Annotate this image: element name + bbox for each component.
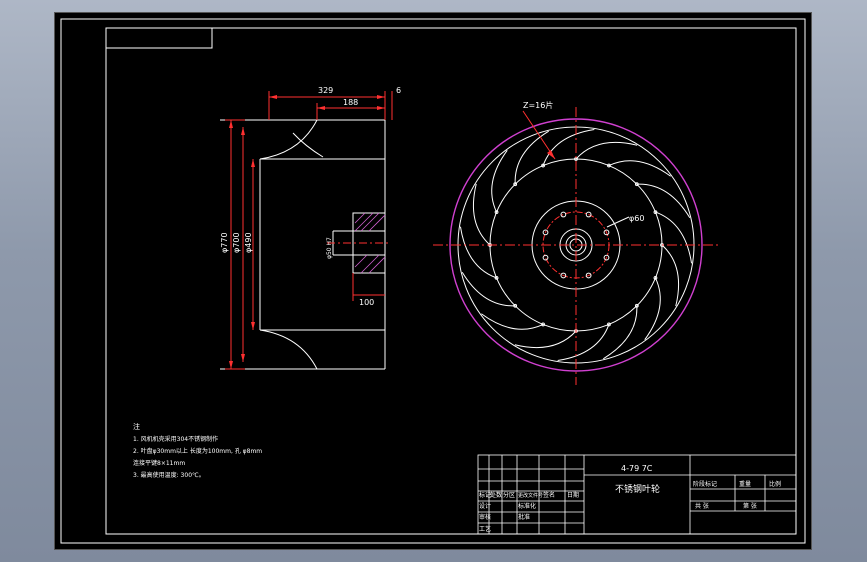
bolt-circle-label: φ60 [629, 214, 644, 223]
dim-6-label: 6 [396, 86, 401, 95]
blade [661, 244, 680, 307]
tb-row-check: 审核 [479, 513, 491, 521]
tb-col-docno: 更改文件号 [518, 492, 543, 499]
blade [514, 130, 549, 185]
tb-row-design: 设计 [479, 502, 491, 510]
blade [514, 330, 577, 349]
blade [603, 305, 638, 360]
tb-col-count: 处数 [490, 491, 502, 499]
blade [461, 272, 516, 307]
notes-line-3: 连接平键8×11mm [133, 459, 185, 467]
dim-188-label: 188 [343, 98, 358, 107]
hub-bore-label: φ50 H7 [326, 237, 333, 259]
tb-col-date: 日期 [567, 491, 579, 499]
front-view: Z=16片 φ60 [433, 100, 719, 385]
code-box [105, 27, 213, 49]
tb-approve: 批准 [518, 513, 530, 521]
blade-count-label: Z=16片 [523, 100, 553, 110]
tb-model: 4-79 7C [621, 464, 653, 473]
tb-sheets: 共 张 [695, 502, 709, 510]
bolt-leader [606, 216, 630, 228]
tb-scale-label: 比例 [769, 480, 781, 488]
blade [636, 183, 691, 218]
side-section-view: 329 188 6 100 φ770 φ700 φ490 φ50 H7 [220, 86, 401, 370]
shroud-curve-bottom [259, 329, 318, 370]
inner-border [105, 27, 797, 535]
notes-line-1: 1. 风机机壳采用304不锈钢制作 [133, 435, 218, 443]
tb-row-craft: 工艺 [479, 525, 491, 533]
dim-arrows [229, 95, 385, 369]
tb-std: 标准化 [518, 502, 536, 510]
blade [472, 183, 491, 246]
shroud-curve-top [259, 119, 318, 160]
bolt-hole [560, 211, 567, 218]
blade [575, 141, 638, 160]
notes-title: 注 [133, 422, 140, 431]
dim-100-label: 100 [359, 298, 374, 307]
notes-line-2: 2. 叶盘φ30mm以上 长度为100mm, 孔 φ8mm [133, 447, 262, 455]
tb-stage-label: 阶段标记 [693, 480, 717, 488]
notes-line-4: 3. 最高使用温度: 300℃。 [133, 471, 205, 479]
tb-weight-label: 重量 [739, 480, 751, 488]
dim-700-label: φ700 [232, 232, 241, 253]
blade-curve-top [292, 132, 324, 158]
tb-sheet-no: 第 张 [743, 502, 757, 510]
bolt-hole [542, 254, 549, 261]
tb-col-sign: 签名 [543, 491, 555, 499]
dim-329-label: 329 [318, 86, 333, 95]
notes-block: 注 1. 风机机壳采用304不锈钢制作 2. 叶盘φ30mm以上 长度为100m… [133, 422, 262, 479]
tb-part-name: 不锈钢叶轮 [615, 483, 660, 495]
drawing-canvas: 329 188 6 100 φ770 φ700 φ490 φ50 H7 Z=16… [55, 13, 811, 549]
tb-col-zone: 分区 [503, 491, 515, 499]
dim-490-label: φ490 [244, 232, 253, 253]
dim-770-label: φ770 [220, 232, 229, 253]
